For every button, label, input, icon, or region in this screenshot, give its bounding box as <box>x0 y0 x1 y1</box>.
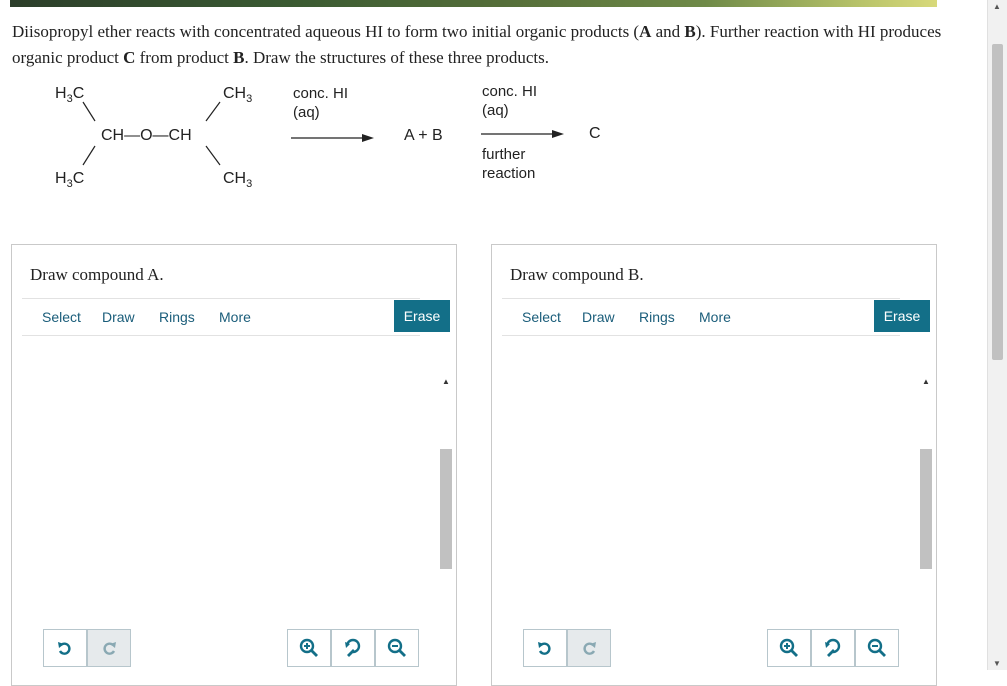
condition-line2: reaction <box>482 165 536 182</box>
zoom-in-button[interactable] <box>287 629 331 667</box>
draw-panel-a: Draw compound A. Select Draw Rings More … <box>11 244 457 686</box>
drawing-toolbar: Select Draw Rings More <box>22 298 420 336</box>
methyl-top-right: CH3 <box>223 85 253 106</box>
reagent-2-line1: conc. HI <box>482 83 538 100</box>
redo-button[interactable] <box>87 629 131 667</box>
select-tool[interactable]: Select <box>42 309 81 325</box>
panel-title: Draw compound B. <box>510 265 644 284</box>
undo-redo-group <box>43 629 131 667</box>
reaction-scheme: H3C CH3 CH—O—CH H3C CH3 conc. HI (aq) A … <box>0 80 700 210</box>
rings-tool[interactable]: Rings <box>159 309 195 325</box>
more-tool[interactable]: More <box>699 309 731 325</box>
header-banner <box>10 0 937 7</box>
zoom-controls <box>767 629 899 667</box>
redo-button[interactable] <box>567 629 611 667</box>
scroll-thumb[interactable] <box>440 449 452 569</box>
bond-lines <box>82 101 564 166</box>
methyl-bottom-left: H3C <box>55 170 85 191</box>
undo-button[interactable] <box>43 629 87 667</box>
zoom-in-button[interactable] <box>767 629 811 667</box>
page-scrollbar[interactable]: ▲ ▼ <box>987 0 1007 670</box>
reagent-1-line1: conc. HI <box>293 85 349 102</box>
zoom-controls <box>287 629 419 667</box>
rings-tool[interactable]: Rings <box>639 309 675 325</box>
draw-panel-b: Draw compound B. Select Draw Rings More … <box>491 244 937 686</box>
question-text: Diisopropyl ether reacts with concentrat… <box>12 22 942 67</box>
draw-tool[interactable]: Draw <box>582 309 615 325</box>
canvas-scrollbar[interactable]: ▲ <box>440 377 452 681</box>
erase-button[interactable]: Erase <box>874 300 930 332</box>
reagent-1-line2: (aq) <box>293 104 320 121</box>
zoom-in-icon <box>779 638 798 657</box>
methyl-bottom-right: CH3 <box>223 170 253 191</box>
drawing-toolbar: Select Draw Rings More <box>502 298 900 336</box>
undo-icon <box>538 642 551 655</box>
panel-title: Draw compound A. <box>30 265 164 284</box>
final-product: C <box>589 125 601 142</box>
scroll-down-icon[interactable]: ▼ <box>993 659 1001 668</box>
erase-button[interactable]: Erase <box>394 300 450 332</box>
reset-zoom-icon <box>345 638 361 657</box>
reset-zoom-icon <box>825 638 841 657</box>
condition-line1: further <box>482 146 526 163</box>
zoom-in-icon <box>299 638 318 657</box>
scroll-up-icon[interactable]: ▲ <box>993 2 1001 11</box>
undo-redo-group <box>523 629 611 667</box>
page-scroll-thumb[interactable] <box>992 44 1003 360</box>
zoom-out-button[interactable] <box>375 629 419 667</box>
scroll-up-icon[interactable]: ▲ <box>442 377 450 386</box>
zoom-out-icon <box>387 638 406 657</box>
zoom-out-button[interactable] <box>855 629 899 667</box>
undo-icon <box>58 642 71 655</box>
scroll-up-icon[interactable]: ▲ <box>922 377 930 386</box>
scroll-thumb[interactable] <box>920 449 932 569</box>
zoom-out-icon <box>867 638 886 657</box>
intermediate-products: A + B <box>404 127 443 144</box>
select-tool[interactable]: Select <box>522 309 561 325</box>
reset-zoom-button[interactable] <box>331 629 375 667</box>
methyl-top-left: H3C <box>55 85 85 106</box>
draw-tool[interactable]: Draw <box>102 309 135 325</box>
ether-chain: CH—O—CH <box>101 127 192 144</box>
more-tool[interactable]: More <box>219 309 251 325</box>
undo-button[interactable] <box>523 629 567 667</box>
reset-zoom-button[interactable] <box>811 629 855 667</box>
reagent-2-line2: (aq) <box>482 102 509 119</box>
redo-icon <box>583 642 596 655</box>
redo-icon <box>103 642 116 655</box>
canvas-scrollbar[interactable]: ▲ <box>920 377 932 681</box>
